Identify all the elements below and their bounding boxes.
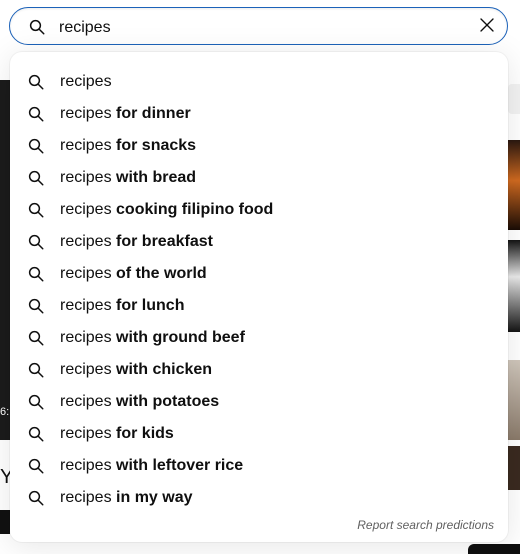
- background-strip-left: [0, 510, 10, 534]
- suggestion-query: recipes: [60, 105, 112, 122]
- search-icon: [27, 233, 45, 251]
- suggestion-query: recipes: [60, 425, 112, 442]
- search-suggestions-dropdown: recipes recipes for dinner recipes for sna…: [10, 52, 508, 542]
- suggestion-query: recipes: [60, 265, 112, 282]
- suggestion-item[interactable]: recipes for dinner: [10, 98, 508, 130]
- suggestion-item[interactable]: recipes in my way: [10, 482, 508, 514]
- suggestion-text: recipes with bread: [60, 169, 196, 187]
- suggestion-text: recipes in my way: [60, 489, 193, 507]
- suggestion-completion: cooking filipino food: [111, 201, 274, 218]
- suggestion-text: recipes for snacks: [60, 137, 196, 155]
- search-icon: [27, 73, 45, 91]
- suggestion-completion: for lunch: [111, 297, 185, 314]
- suggestion-text: recipes of the world: [60, 265, 207, 283]
- suggestion-query: recipes: [60, 137, 112, 154]
- search-icon: [28, 18, 46, 36]
- suggestion-completion: for dinner: [111, 105, 191, 122]
- clear-search-button[interactable]: [473, 13, 501, 41]
- suggestion-query: recipes: [60, 201, 112, 218]
- search-icon: [27, 329, 45, 347]
- background-thumbnail-1: [508, 140, 520, 230]
- suggestion-item[interactable]: recipes: [10, 66, 508, 98]
- suggestion-completion: for snacks: [111, 137, 197, 154]
- background-duration-fragment: 6:: [0, 406, 10, 418]
- suggestion-completion: with leftover rice: [111, 457, 244, 474]
- search-icon: [27, 457, 45, 475]
- search-input[interactable]: [57, 15, 471, 41]
- suggestion-item[interactable]: recipes cooking filipino food: [10, 194, 508, 226]
- search-icon: [27, 361, 45, 379]
- suggestion-query: recipes: [60, 233, 112, 250]
- search-icon: [27, 137, 45, 155]
- suggestion-completion: of the world: [111, 265, 207, 282]
- suggestion-query: recipes: [60, 297, 112, 314]
- suggestion-query: recipes: [60, 169, 112, 186]
- suggestion-query: recipes: [60, 393, 112, 410]
- background-chip-right: [508, 84, 520, 114]
- background-thumbnail-4: [508, 446, 520, 490]
- suggestion-item[interactable]: recipes with potatoes: [10, 386, 508, 418]
- suggestion-text: recipes for dinner: [60, 105, 191, 123]
- suggestion-query: recipes: [60, 329, 112, 346]
- suggestion-item[interactable]: recipes with ground beef: [10, 322, 508, 354]
- suggestion-text: recipes: [60, 73, 112, 91]
- suggestion-text: recipes with leftover rice: [60, 457, 243, 475]
- background-bottom-fragment: [468, 544, 520, 554]
- suggestion-text: recipes for lunch: [60, 297, 184, 315]
- suggestion-text: recipes for breakfast: [60, 233, 213, 251]
- suggestion-text: recipes with chicken: [60, 361, 212, 379]
- suggestion-text: recipes cooking filipino food: [60, 201, 273, 219]
- suggestion-item[interactable]: recipes of the world: [10, 258, 508, 290]
- background-video-thumbnail-left: [0, 80, 10, 440]
- search-box[interactable]: [9, 7, 508, 45]
- suggestion-text: recipes for kids: [60, 425, 174, 443]
- search-icon: [27, 169, 45, 187]
- suggestion-query: recipes: [60, 489, 112, 506]
- suggestion-completion: for kids: [111, 425, 174, 442]
- suggestion-item[interactable]: recipes for snacks: [10, 130, 508, 162]
- search-icon: [27, 489, 45, 507]
- suggestion-item[interactable]: recipes with leftover rice: [10, 450, 508, 482]
- suggestion-completion: for breakfast: [111, 233, 213, 250]
- report-search-predictions-link[interactable]: Report search predictions: [357, 518, 494, 532]
- suggestion-query: recipes: [60, 457, 112, 474]
- suggestion-completion: with chicken: [111, 361, 213, 378]
- suggestion-query: recipes: [60, 361, 112, 378]
- suggestion-completion: with bread: [111, 169, 197, 186]
- suggestion-item[interactable]: recipes for kids: [10, 418, 508, 450]
- suggestion-item[interactable]: recipes with chicken: [10, 354, 508, 386]
- search-icon: [27, 265, 45, 283]
- suggestion-completion: with potatoes: [111, 393, 220, 410]
- suggestion-query: recipes: [60, 73, 112, 90]
- suggestion-list: recipes recipes for dinner recipes for sna…: [10, 66, 508, 514]
- suggestion-text: recipes with potatoes: [60, 393, 219, 411]
- suggestion-item[interactable]: recipes with bread: [10, 162, 508, 194]
- close-icon: [478, 16, 496, 39]
- suggestion-completion: with ground beef: [111, 329, 245, 346]
- suggestion-item[interactable]: recipes for lunch: [10, 290, 508, 322]
- background-thumbnail-3: [508, 360, 520, 440]
- search-icon: [27, 105, 45, 123]
- suggestion-item[interactable]: recipes for breakfast: [10, 226, 508, 258]
- search-icon: [27, 425, 45, 443]
- search-icon: [27, 297, 45, 315]
- background-thumbnail-2: [508, 240, 520, 332]
- search-icon: [27, 393, 45, 411]
- search-icon: [27, 201, 45, 219]
- suggestion-completion: in my way: [111, 489, 193, 506]
- suggestion-text: recipes with ground beef: [60, 329, 245, 347]
